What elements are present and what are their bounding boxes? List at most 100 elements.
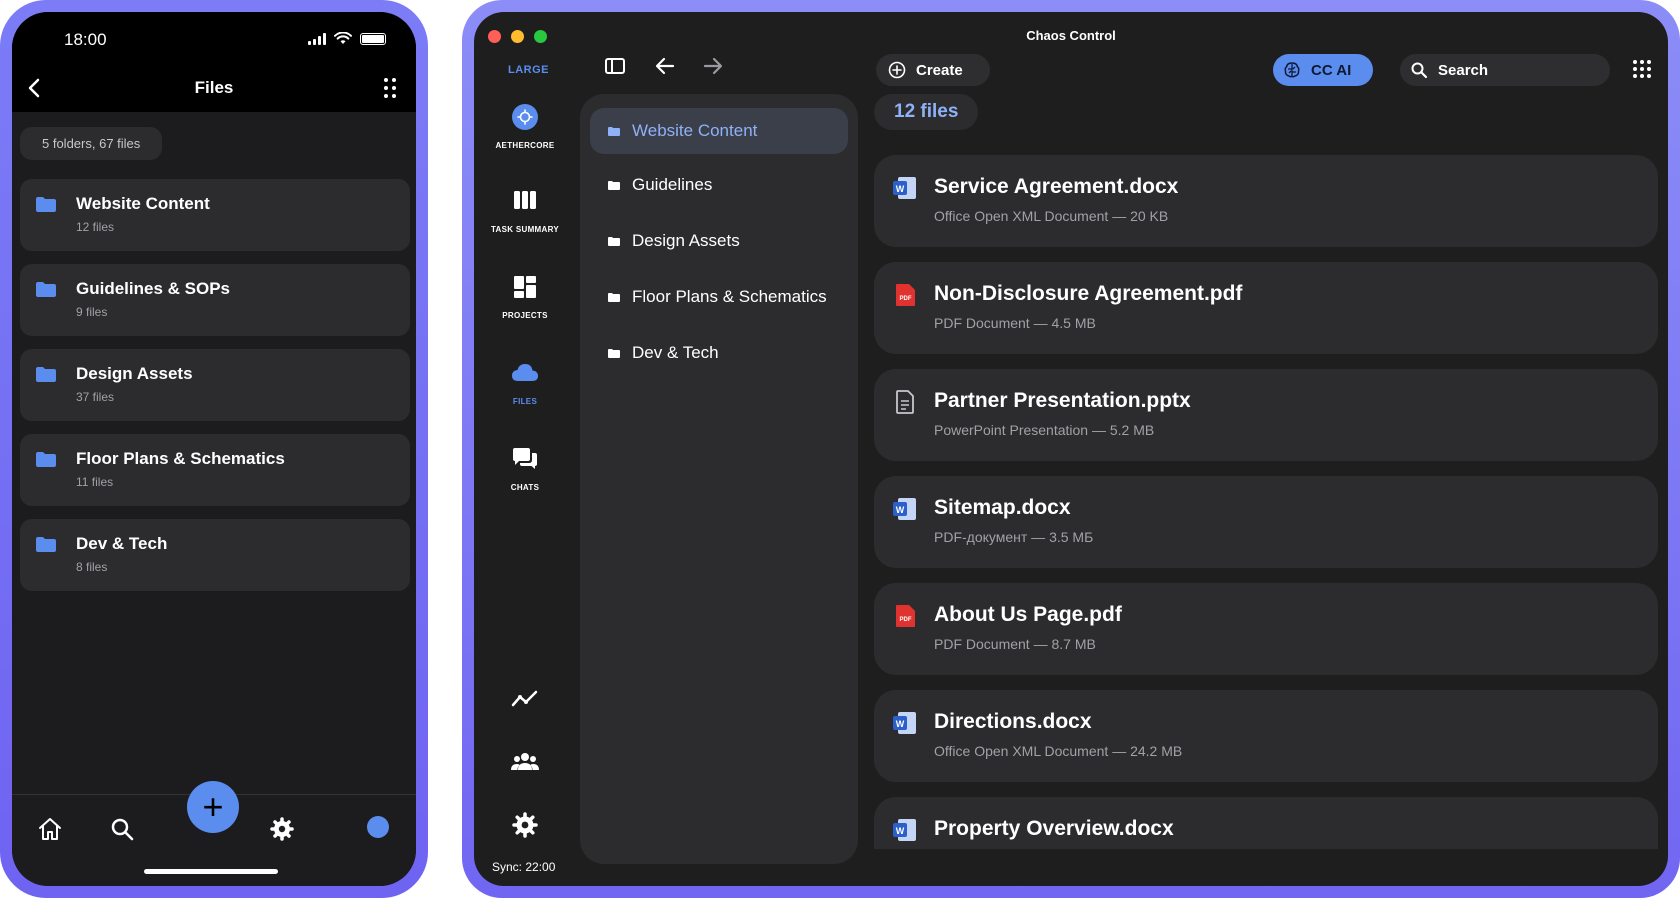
projects-icon: [514, 276, 536, 298]
generic-file-icon: [896, 390, 914, 414]
search-button[interactable]: Search: [1400, 54, 1610, 86]
more-options-icon[interactable]: [384, 78, 396, 98]
folder-icon: [608, 236, 620, 246]
file-card[interactable]: Partner Presentation.pptx PowerPoint Pre…: [874, 369, 1658, 461]
folder-nav-item-website-content[interactable]: Website Content: [590, 108, 848, 154]
gear-icon[interactable]: [268, 815, 296, 843]
folder-icon: [36, 452, 56, 467]
svg-text:PDF: PDF: [900, 296, 912, 302]
rail-label: FILES: [512, 397, 538, 406]
file-meta: PDF Document — 8.7 MB: [934, 636, 1096, 652]
folder-item[interactable]: Guidelines & SOPs 9 files: [20, 264, 410, 336]
folder-item[interactable]: Dev & Tech 8 files: [20, 519, 410, 591]
folder-summary-badge: 5 folders, 67 files: [20, 127, 163, 160]
status-time: 18:00: [64, 30, 107, 49]
back-arrow-icon[interactable]: [654, 56, 676, 76]
brain-icon: [1284, 62, 1300, 78]
folder-nav-item-design-assets[interactable]: Design Assets: [590, 218, 848, 264]
folder-count: 8 files: [76, 560, 108, 574]
phone-screen: 18:00 Files 5 folders, 67 files Website …: [12, 12, 416, 886]
desktop-window: Chaos Control LARGE AETHERCORE TASK SUMM…: [474, 12, 1668, 886]
svg-text:W: W: [896, 826, 905, 836]
word-doc-icon: W: [893, 712, 916, 734]
folder-nav-item-guidelines[interactable]: Guidelines: [590, 162, 848, 208]
rail-label: PROJECTS: [502, 311, 548, 320]
folder-name: Guidelines & SOPs: [76, 279, 230, 298]
folder-item[interactable]: Website Content 12 files: [20, 179, 410, 251]
folder-icon: [608, 180, 620, 190]
folder-nav-label: Floor Plans & Schematics: [632, 287, 827, 306]
word-doc-icon: W: [893, 819, 916, 841]
ai-label: CC AI: [1311, 61, 1352, 79]
folder-icon: [608, 292, 620, 302]
rail-item-projects[interactable]: PROJECTS: [474, 272, 576, 320]
file-meta: PDF Document — 4.5 MB: [934, 315, 1096, 331]
folder-nav-label: Guidelines: [632, 175, 713, 194]
rail-label: CHATS: [510, 483, 540, 492]
file-card[interactable]: W Service Agreement.docx Office Open XML…: [874, 155, 1658, 247]
file-name: Partner Presentation.pptx: [934, 389, 1191, 412]
file-card[interactable]: PDF Non-Disclosure Agreement.pdf PDF Doc…: [874, 262, 1658, 354]
file-meta: Office Open XML Document — 24.2 MB: [934, 743, 1183, 759]
phone-folder-list: Website Content 12 files Guidelines & SO…: [20, 179, 410, 604]
home-indicator: [144, 869, 278, 874]
folder-icon: [36, 282, 56, 297]
folder-icon: [36, 367, 56, 382]
create-button[interactable]: Create: [876, 54, 990, 86]
file-card[interactable]: W Directions.docx Office Open XML Docume…: [874, 690, 1658, 782]
file-card[interactable]: W Property Overview.docx: [874, 797, 1658, 849]
word-doc-icon: W: [893, 177, 916, 199]
file-count-badge: 12 files: [874, 94, 979, 130]
settings-gear-icon[interactable]: [510, 810, 540, 840]
team-icon[interactable]: [510, 747, 540, 777]
avatar[interactable]: [367, 816, 389, 838]
file-card[interactable]: W Sitemap.docx PDF-документ — 3.5 МБ: [874, 476, 1658, 568]
add-button[interactable]: +: [187, 781, 239, 833]
word-doc-icon: W: [893, 498, 916, 520]
rail-item-files[interactable]: FILES: [474, 358, 576, 406]
wifi-icon: [334, 32, 352, 44]
tab-bar: +: [12, 781, 416, 886]
file-name: About Us Page.pdf: [934, 603, 1122, 626]
battery-icon: [360, 32, 386, 45]
folder-nav-item-dev-tech[interactable]: Dev & Tech: [590, 330, 848, 376]
pdf-icon: PDF: [896, 605, 915, 627]
aethercore-icon: [512, 104, 538, 130]
folder-item[interactable]: Floor Plans & Schematics 11 files: [20, 434, 410, 506]
ai-assistant-button[interactable]: CC AI: [1273, 54, 1373, 86]
svg-text:W: W: [896, 505, 905, 515]
rail-label: TASK SUMMARY: [490, 225, 560, 234]
svg-text:W: W: [896, 184, 905, 194]
folder-icon: [608, 126, 620, 136]
home-icon[interactable]: [36, 815, 64, 843]
svg-text:PDF: PDF: [900, 617, 912, 623]
rail-item-aethercore[interactable]: AETHERCORE: [474, 102, 576, 150]
folder-item[interactable]: Design Assets 37 files: [20, 349, 410, 421]
folder-nav-item-floor-plans[interactable]: Floor Plans & Schematics: [590, 274, 848, 320]
window-title: Chaos Control: [1026, 28, 1116, 43]
file-name: Non-Disclosure Agreement.pdf: [934, 282, 1243, 305]
file-list: W Service Agreement.docx Office Open XML…: [874, 155, 1658, 849]
rail-item-task-summary[interactable]: TASK SUMMARY: [474, 186, 576, 234]
search-label: Search: [1438, 61, 1489, 79]
plus-circle-icon: [888, 61, 906, 79]
status-icons: [308, 32, 386, 45]
folder-icon: [36, 537, 56, 552]
pdf-icon: PDF: [896, 284, 915, 306]
file-meta: PDF-документ — 3.5 МБ: [934, 529, 1094, 545]
cellular-signal-icon: [308, 32, 326, 45]
forward-arrow-icon[interactable]: [702, 56, 724, 76]
size-toggle[interactable]: LARGE: [508, 64, 549, 76]
rail-label: AETHERCORE: [495, 141, 555, 150]
sidebar-toggle-icon[interactable]: [604, 56, 626, 76]
search-icon[interactable]: [108, 815, 136, 843]
folder-nav-label: Website Content: [632, 121, 758, 140]
phone-navbar: Files: [12, 74, 416, 104]
apps-grid-icon[interactable]: [1633, 60, 1651, 78]
folder-icon: [608, 348, 620, 358]
chats-icon: [513, 448, 537, 469]
file-card[interactable]: PDF About Us Page.pdf PDF Document — 8.7…: [874, 583, 1658, 675]
rail-item-chats[interactable]: CHATS: [474, 444, 576, 492]
folder-name: Design Assets: [76, 364, 193, 383]
analytics-icon[interactable]: [510, 684, 540, 714]
